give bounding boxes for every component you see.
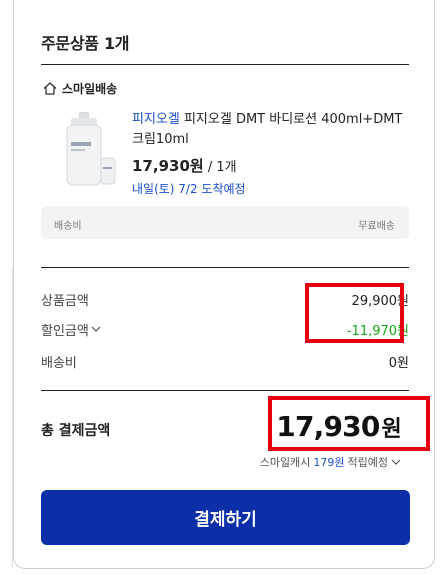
chevron-down-icon — [91, 326, 101, 332]
divider — [41, 390, 409, 391]
product-price: 17,930원 — [132, 157, 204, 175]
product-name[interactable]: 피지오겔 피지오겔 DMT 바디로션 400ml+DMT크림10ml — [132, 110, 412, 150]
shipping-fee-label: 배송비 — [54, 221, 82, 232]
discount-toggle[interactable]: 할인금액 — [41, 320, 101, 339]
product-brand[interactable]: 피지오겔 — [132, 112, 180, 127]
points-amount: 179원 — [313, 456, 345, 469]
points-info[interactable]: 스마일캐시 179원 적립예정 — [260, 454, 401, 470]
divider — [41, 64, 409, 65]
points-suffix: 적립예정 — [347, 456, 388, 469]
discount-label: 할인금액 — [41, 324, 89, 339]
product-thumbnail[interactable] — [57, 112, 127, 192]
shipping-type-label: 스마일배송 — [62, 82, 118, 96]
product-price-line: 17,930원 / 1개 — [132, 155, 237, 176]
shipping-fee-value: 무료배송 — [358, 221, 395, 232]
shipping-amount-value: 0원 — [388, 356, 409, 371]
shipping-amount-label: 배송비 — [41, 356, 77, 371]
order-title: 주문상품 1개 — [41, 34, 130, 53]
pay-button[interactable]: 결제하기 — [41, 490, 410, 545]
product-amount-label: 상품금액 — [41, 294, 89, 309]
home-icon — [43, 82, 57, 95]
shipping-type: 스마일배송 — [43, 80, 117, 97]
arrival-date: 내일(토) 7/2 도착예정 — [132, 182, 246, 196]
highlight-box-amounts — [305, 283, 404, 343]
chevron-down-icon — [391, 459, 401, 465]
total-label: 총 결제금액 — [41, 423, 111, 439]
highlight-box-total — [268, 396, 430, 451]
divider — [41, 267, 409, 268]
shipping-fee-box: 배송비 무료배송 — [41, 206, 409, 239]
points-prefix: 스마일캐시 — [259, 456, 311, 469]
product-qty: / 1개 — [203, 160, 237, 175]
left-gutter — [0, 0, 13, 575]
